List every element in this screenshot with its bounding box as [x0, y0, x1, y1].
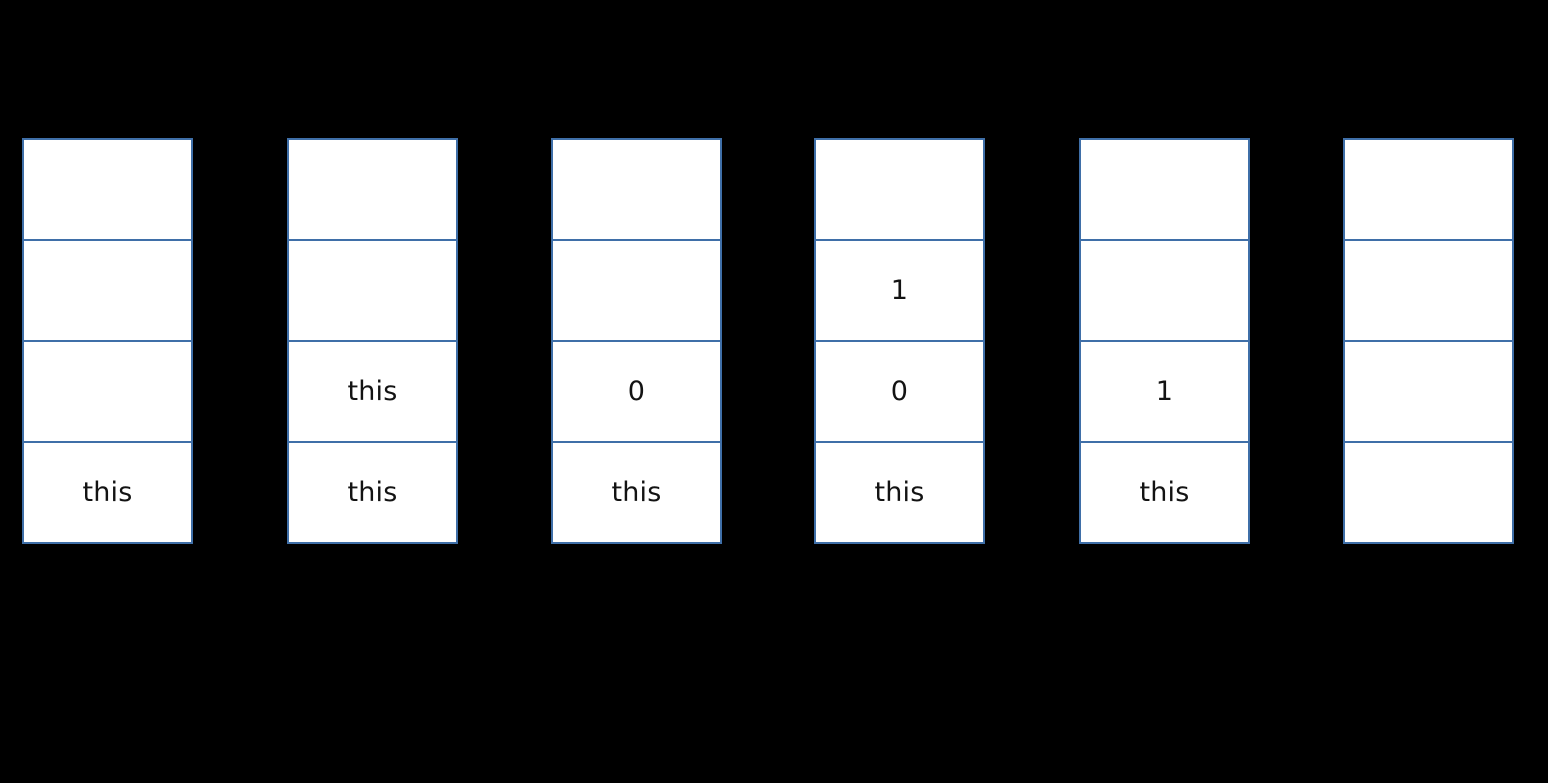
cell-label: this	[347, 477, 398, 508]
cell-c6-r3[interactable]	[1345, 342, 1512, 443]
cell-c2-r1[interactable]	[289, 140, 456, 241]
cell-label: this	[611, 477, 662, 508]
cell-c3-r2[interactable]	[553, 241, 720, 342]
cell-c5-r2[interactable]	[1081, 241, 1248, 342]
cell-label: 0	[627, 376, 646, 407]
cell-c3-r3[interactable]: 0	[553, 342, 720, 443]
cell-c1-r3[interactable]	[24, 342, 191, 443]
cell-label: 1	[1155, 376, 1174, 407]
cell-label: this	[347, 376, 398, 407]
cell-c6-r1[interactable]	[1345, 140, 1512, 241]
cell-label: 1	[890, 275, 909, 306]
cell-c4-r4[interactable]: this	[816, 443, 983, 542]
cell-label: 0	[890, 376, 909, 407]
column-3[interactable]: 0 this	[551, 138, 722, 544]
column-2[interactable]: this this	[287, 138, 458, 544]
cell-c2-r2[interactable]	[289, 241, 456, 342]
cell-c6-r2[interactable]	[1345, 241, 1512, 342]
cell-c4-r3[interactable]: 0	[816, 342, 983, 443]
cell-c3-r1[interactable]	[553, 140, 720, 241]
cell-c2-r3[interactable]: this	[289, 342, 456, 443]
cell-c3-r4[interactable]: this	[553, 443, 720, 542]
cell-c4-r2[interactable]: 1	[816, 241, 983, 342]
column-1[interactable]: this	[22, 138, 193, 544]
cell-label: this	[82, 477, 133, 508]
cell-c5-r3[interactable]: 1	[1081, 342, 1248, 443]
column-4[interactable]: 1 0 this	[814, 138, 985, 544]
column-5[interactable]: 1 this	[1079, 138, 1250, 544]
cell-c5-r4[interactable]: this	[1081, 443, 1248, 542]
cell-c1-r1[interactable]	[24, 140, 191, 241]
cell-c4-r1[interactable]	[816, 140, 983, 241]
cell-c1-r4[interactable]: this	[24, 443, 191, 542]
cell-c5-r1[interactable]	[1081, 140, 1248, 241]
cell-c1-r2[interactable]	[24, 241, 191, 342]
diagram-canvas: this this this 0 this 1 0 this 1 this	[0, 0, 1548, 783]
column-6[interactable]	[1343, 138, 1514, 544]
cell-c2-r4[interactable]: this	[289, 443, 456, 542]
cell-c6-r4[interactable]	[1345, 443, 1512, 542]
cell-label: this	[874, 477, 925, 508]
cell-label: this	[1139, 477, 1190, 508]
